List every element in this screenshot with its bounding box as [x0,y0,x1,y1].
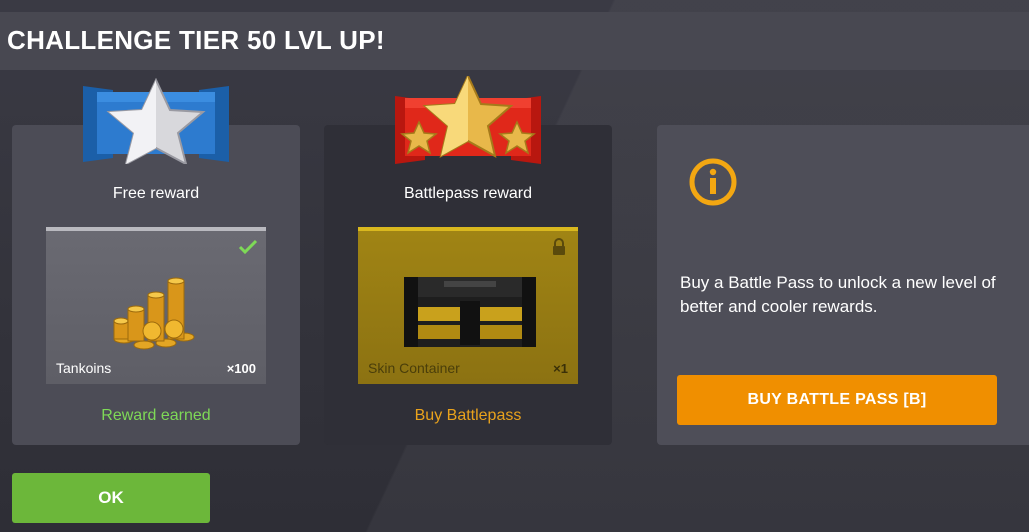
page-title: CHALLENGE TIER 50 LVL UP! [7,25,385,55]
coin-pile-icon [113,277,195,350]
silver-star-emblem-icon [83,78,229,164]
check-icon [238,239,258,255]
battlepass-reward-status[interactable]: Buy Battlepass [324,407,612,425]
lock-icon [553,238,565,255]
free-item-name: Tankoins [56,360,112,376]
battlepass-item-name: Skin Container [368,360,460,376]
free-reward-card[interactable]: Tankoins ×100 [46,227,266,384]
free-reward-status: Reward earned [101,407,211,424]
free-item-quantity: ×100 [226,361,256,376]
battlepass-reward-card[interactable]: Skin Container ×1 [358,227,578,384]
free-reward-label: Free reward [112,185,200,202]
ok-button[interactable]: OK [12,473,210,523]
buy-battle-pass-button[interactable]: BUY BATTLE PASS [B] [677,375,997,425]
battlepass-reward-label: Battlepass reward [403,185,533,202]
battlepass-item-quantity: ×1 [553,361,568,376]
container-chest-icon [404,277,536,347]
gold-stars-emblem-icon [395,76,541,164]
info-icon [689,158,737,206]
info-text: Buy a Battle Pass to unlock a new level … [680,273,996,316]
